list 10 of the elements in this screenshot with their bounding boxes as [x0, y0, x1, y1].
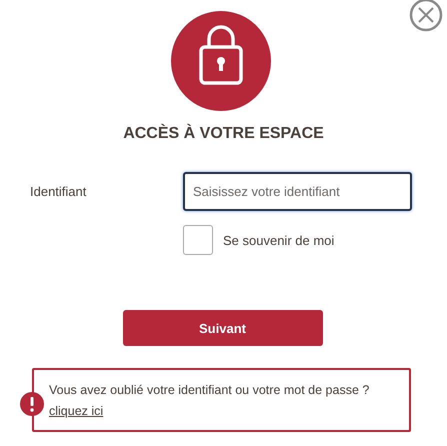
input-field[interactable]: Saisissez votre identifiant — [183, 172, 412, 211]
checkbox-label[interactable]: Se souvenir de moi — [223, 232, 334, 248]
help-link[interactable]: cliquez ici — [49, 404, 104, 418]
page-title: ACCÈS À VOTRE ESPACE — [122, 124, 325, 144]
notice-text: Vous avez oublié votre identifiant ou votre mot de passe ? cliquez ici — [49, 382, 370, 420]
lock-icon — [171, 11, 271, 111]
checkbox[interactable] — [183, 225, 213, 255]
next-button[interactable]: Suivant — [122, 310, 322, 346]
field-label: Identifiant — [30, 184, 88, 199]
close-icon[interactable] — [409, 0, 443, 32]
